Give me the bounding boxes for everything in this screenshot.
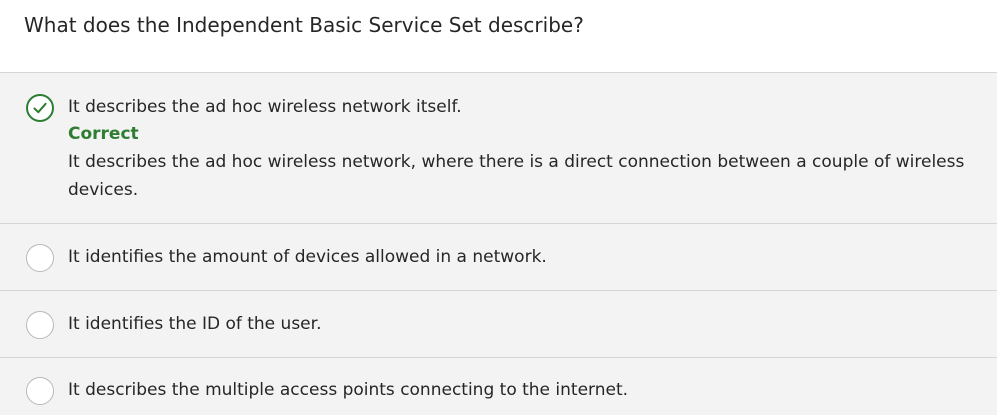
answer-option-2-label: It identifies the amount of devices allo… (68, 247, 547, 267)
empty-radio-icon[interactable] (26, 311, 54, 339)
checkmark-circle-icon[interactable] (26, 94, 54, 122)
answer-option-4[interactable]: It describes the multiple access points … (0, 358, 997, 415)
empty-radio-icon[interactable] (26, 244, 54, 272)
answer-option-1[interactable]: It describes the ad hoc wireless network… (0, 73, 997, 224)
answer-option-3[interactable]: It identifies the ID of the user. (0, 291, 997, 358)
quiz-page: What does the Independent Basic Service … (0, 0, 997, 415)
empty-radio-icon[interactable] (26, 377, 54, 405)
answer-option-1-content: It describes the ad hoc wireless network… (68, 94, 967, 204)
answer-explanation: It describes the ad hoc wireless network… (68, 152, 965, 200)
answer-option-2[interactable]: It identifies the amount of devices allo… (0, 224, 997, 291)
answer-options: It describes the ad hoc wireless network… (0, 72, 997, 415)
answer-option-4-label: It describes the multiple access points … (68, 380, 629, 400)
answer-option-3-label: It identifies the ID of the user. (68, 314, 322, 334)
correct-verdict-label: Correct (68, 124, 139, 144)
question-text: What does the Independent Basic Service … (0, 0, 997, 72)
answer-option-1-label: It describes the ad hoc wireless network… (68, 97, 462, 117)
